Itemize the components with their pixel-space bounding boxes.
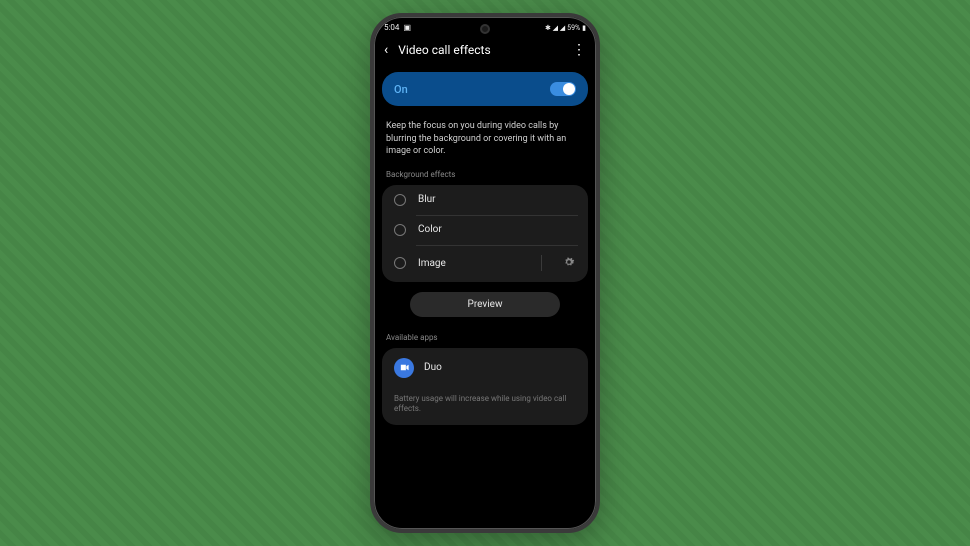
camera-notch (480, 24, 490, 34)
background-options-panel: Blur Color Image (382, 185, 588, 282)
battery-icon: ▮ (582, 24, 586, 32)
option-color[interactable]: Color (382, 215, 588, 245)
option-label: Blur (418, 194, 576, 205)
back-icon[interactable]: ‹ (384, 42, 388, 58)
radio-icon (394, 257, 406, 269)
master-toggle-card[interactable]: On (382, 72, 588, 106)
battery-footnote: Battery usage will increase while using … (382, 388, 588, 425)
apps-section-label: Available apps (374, 329, 596, 346)
screenshot-icon: ▣ (403, 23, 411, 32)
background-section-label: Background effects (374, 166, 596, 183)
app-name: Duo (424, 362, 442, 373)
option-image[interactable]: Image (382, 245, 588, 282)
divider (541, 255, 542, 271)
preview-button[interactable]: Preview (410, 292, 560, 317)
more-icon[interactable]: ⋮ (572, 42, 586, 58)
phone-frame: 5:04 ▣ ✱ ◢ ◢ 59% ▮ ‹ Video call effects … (370, 13, 600, 533)
apps-panel: Duo Battery usage will increase while us… (382, 348, 588, 425)
app-duo[interactable]: Duo (382, 348, 588, 388)
duo-icon (394, 358, 414, 378)
option-label: Color (418, 224, 576, 235)
toggle-switch[interactable] (550, 82, 576, 96)
gear-icon[interactable] (562, 254, 576, 273)
app-header: ‹ Video call effects ⋮ (374, 34, 596, 68)
battery-percent: 59% (567, 24, 580, 32)
option-blur[interactable]: Blur (382, 185, 588, 215)
toggle-label: On (394, 83, 408, 96)
radio-icon (394, 194, 406, 206)
page-title: Video call effects (398, 43, 562, 57)
radio-icon (394, 224, 406, 236)
status-icons: ✱ ◢ ◢ (545, 24, 565, 32)
option-label: Image (418, 258, 529, 269)
clock: 5:04 (384, 23, 399, 32)
description-text: Keep the focus on you during video calls… (374, 110, 596, 166)
